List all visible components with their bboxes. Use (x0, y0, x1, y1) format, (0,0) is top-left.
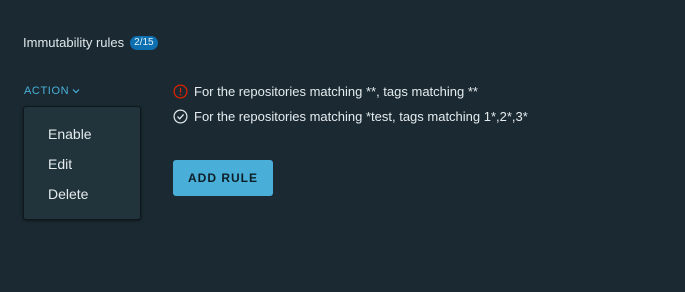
rule-count-badge: 2/15 (130, 35, 158, 50)
add-rule-button[interactable]: ADD RULE (173, 160, 273, 196)
rules-list: For the repositories matching **, tags m… (173, 83, 528, 133)
check-circle-icon (173, 108, 188, 124)
rule-row[interactable]: For the repositories matching **, tags m… (173, 83, 528, 99)
rule-text: For the repositories matching **, tags m… (194, 83, 478, 99)
chevron-down-icon (72, 89, 80, 94)
exclamation-circle-icon (173, 83, 188, 99)
menu-item-delete[interactable]: Delete (48, 186, 88, 202)
rule-row[interactable]: For the repositories matching *test, tag… (173, 108, 528, 124)
rule-text: For the repositories matching *test, tag… (194, 108, 528, 124)
menu-item-edit[interactable]: Edit (48, 156, 72, 172)
page-header: Immutability rules 2/15 (23, 35, 158, 50)
action-toggle-label: ACTION (24, 85, 70, 97)
action-dropdown-toggle[interactable]: ACTION (24, 85, 80, 97)
menu-item-enable[interactable]: Enable (48, 126, 92, 142)
page-title: Immutability rules (23, 35, 125, 50)
action-dropdown-menu: Enable Edit Delete (23, 106, 141, 220)
